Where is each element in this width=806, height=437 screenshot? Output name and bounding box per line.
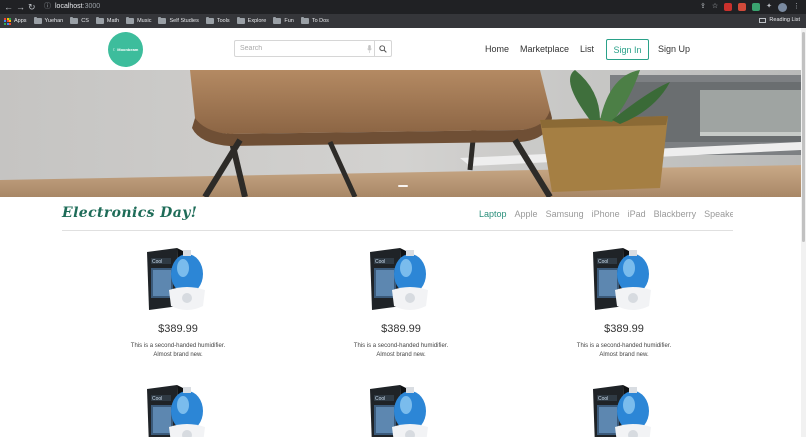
svg-text:Cool: Cool <box>375 259 385 265</box>
search-bar <box>234 40 392 57</box>
reading-list-label: Reading List <box>769 17 800 23</box>
bookmark-label: Apps <box>14 18 27 24</box>
hero-carousel[interactable] <box>0 70 801 197</box>
logo-text: Moonbeam <box>117 47 139 52</box>
extension-icon[interactable] <box>738 3 747 11</box>
moon-icon: ☾ <box>112 47 117 52</box>
svg-text:Cool: Cool <box>598 259 608 265</box>
info-icon[interactable]: ⓘ <box>44 1 51 13</box>
folder-icon <box>273 17 282 24</box>
reading-list[interactable]: Reading List <box>759 17 800 23</box>
bookmark-item[interactable]: To Dos <box>300 17 329 24</box>
site-header: ☾ Moonbeam Home Marketplace List Sign In… <box>0 28 801 70</box>
url-port: :3000 <box>82 3 101 10</box>
product-description: This is a second-handed humidifier. Almo… <box>130 343 226 358</box>
tab-apple[interactable]: Apple <box>515 208 538 220</box>
bookmarks-bar: Apps Yuehan CS Math Music Self Studies Tools Ex… <box>0 14 806 28</box>
address-bar[interactable]: ⓘ localhost:3000 <box>44 1 100 13</box>
bookmark-label: Yuehan <box>44 18 64 24</box>
product-image[interactable]: Cool <box>366 248 436 314</box>
product-image[interactable]: Cool <box>143 385 213 437</box>
category-tabs: Laptop Apple Samsung iPhone iPad Blackberry Sp… <box>479 208 733 220</box>
product-description: This is a second-handed humidifier. Almo… <box>353 343 449 358</box>
product-image[interactable]: Cool <box>143 248 213 314</box>
bookmark-item[interactable]: Tools <box>205 17 230 24</box>
bookmark-item[interactable]: Fun <box>273 17 294 24</box>
bookmark-item[interactable]: Music <box>126 17 152 24</box>
star-icon[interactable]: ☆ <box>712 2 718 12</box>
browser-toolbar: ← → ↻ ⓘ localhost:3000 ⇪ ☆ ✦ ⋮ <box>0 0 806 14</box>
bookmark-item[interactable]: Yuehan <box>33 17 64 24</box>
bookmark-label: Self Studies <box>169 18 199 24</box>
extension-icon[interactable] <box>752 3 761 11</box>
search-input[interactable] <box>235 41 364 56</box>
folder-icon <box>126 17 135 24</box>
nav-list[interactable]: List <box>580 43 594 55</box>
folder-icon <box>33 17 42 24</box>
carousel-indicator[interactable] <box>398 185 408 187</box>
tab-iphone[interactable]: iPhone <box>592 208 620 220</box>
back-icon[interactable]: ← <box>4 1 13 13</box>
folder-icon <box>205 17 214 24</box>
folder-icon <box>95 17 104 24</box>
bookmark-item[interactable]: Explore <box>236 17 267 24</box>
svg-text:Cool: Cool <box>598 396 608 402</box>
bookmark-item[interactable]: CS <box>70 17 89 24</box>
tab-blackberry[interactable]: Blackberry <box>654 208 697 220</box>
search-icon <box>379 44 387 53</box>
folder-icon <box>70 17 79 24</box>
reading-list-icon <box>759 17 767 23</box>
reload-icon[interactable]: ↻ <box>28 1 36 13</box>
search-button[interactable] <box>374 41 391 56</box>
logo[interactable]: ☾ Moonbeam <box>108 32 143 67</box>
product-price[interactable]: $389.99 <box>549 323 699 336</box>
page-scrollbar[interactable] <box>801 28 806 437</box>
svg-text:Cool: Cool <box>152 396 162 402</box>
bookmark-label: CS <box>81 18 89 24</box>
tab-samsung[interactable]: Samsung <box>546 208 584 220</box>
svg-text:Cool: Cool <box>375 396 385 402</box>
bookmark-label: Music <box>137 18 152 24</box>
bookmark-item[interactable]: Math <box>95 17 120 24</box>
tab-laptop[interactable]: Laptop <box>479 208 507 220</box>
product-price[interactable]: $389.99 <box>326 323 476 336</box>
product-price[interactable]: $389.99 <box>103 323 253 336</box>
bookmark-label: Math <box>106 18 120 24</box>
section-title: Electronics Day! <box>62 205 198 221</box>
url-host: localhost <box>55 3 83 10</box>
extension-icon[interactable] <box>724 3 733 11</box>
bookmark-label: To Dos <box>311 18 329 24</box>
apps-grid-icon <box>4 17 11 25</box>
svg-text:Cool: Cool <box>152 259 162 265</box>
bookmark-item[interactable]: Self Studies <box>158 17 199 24</box>
menu-icon[interactable]: ⋮ <box>793 2 800 12</box>
hero-image <box>0 70 801 197</box>
tab-ipad[interactable]: iPad <box>628 208 646 220</box>
puzzle-icon[interactable]: ✦ <box>766 2 772 12</box>
microphone-icon[interactable] <box>364 41 374 56</box>
scrollbar-thumb[interactable] <box>802 32 805 242</box>
nav-home[interactable]: Home <box>485 43 509 55</box>
nav-marketplace[interactable]: Marketplace <box>520 43 569 55</box>
sign-in-button[interactable]: Sign In <box>606 39 649 60</box>
section-divider <box>62 230 733 231</box>
product-description: This is a second-handed humidifier. Almo… <box>576 343 672 358</box>
folder-icon <box>158 17 167 24</box>
profile-avatar[interactable] <box>778 2 787 12</box>
bookmark-item[interactable]: Apps <box>4 17 27 25</box>
bookmark-label: Tools <box>216 18 230 24</box>
bookmark-label: Explore <box>247 18 267 24</box>
folder-icon <box>236 17 245 24</box>
sign-up-link[interactable]: Sign Up <box>658 43 690 55</box>
product-image[interactable]: Cool <box>589 385 659 437</box>
bookmark-label: Fun <box>284 18 294 24</box>
folder-icon <box>300 17 309 24</box>
product-image[interactable]: Cool <box>366 385 436 437</box>
tab-speaker[interactable]: Speaker <box>704 208 733 220</box>
share-icon[interactable]: ⇪ <box>700 2 706 12</box>
forward-icon[interactable]: → <box>16 1 25 13</box>
product-image[interactable]: Cool <box>589 248 659 314</box>
